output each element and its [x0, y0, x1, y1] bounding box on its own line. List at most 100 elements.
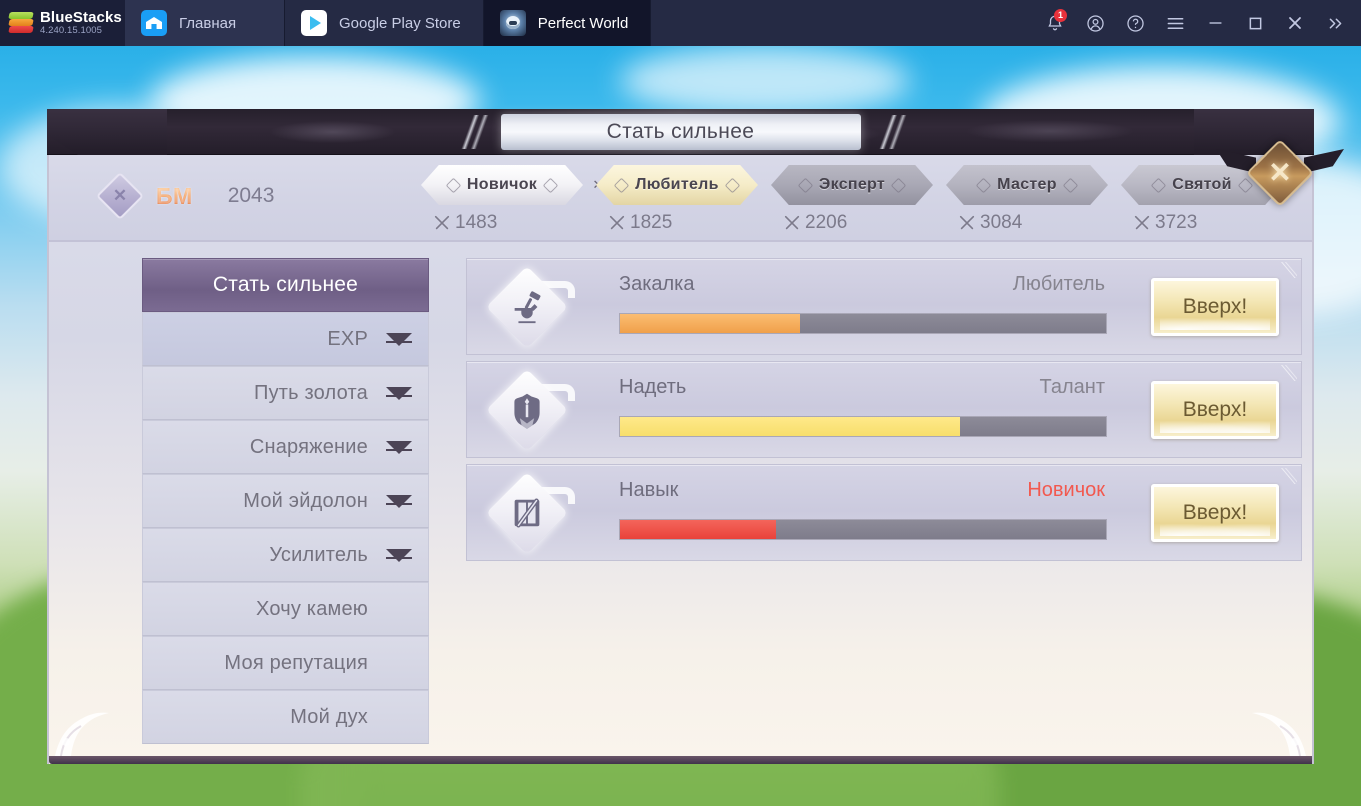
sidebar-item-my-spirit[interactable]: Мой дух: [142, 690, 429, 744]
tab-google-play-store[interactable]: Google Play Store: [285, 0, 484, 46]
sidebar-item-my-eidolon[interactable]: Мой эйдолон: [142, 474, 429, 528]
rank-tab-expert[interactable]: Эксперт 2206: [771, 165, 946, 234]
upgrade-title: Надеть: [619, 376, 687, 398]
upgrade-row-equip: Надеть Талант Вверх!: [466, 361, 1302, 458]
rank-score: 1483: [421, 212, 596, 234]
skill-book-icon: [485, 471, 575, 555]
progress-bar: [619, 313, 1107, 334]
rank-ornament-icon: [1150, 177, 1167, 193]
sidebar-item-my-reputation[interactable]: Моя репутация: [142, 636, 429, 690]
battle-might-label: БМ: [156, 182, 193, 209]
sidebar-menu: Стать сильнее EXP Путь золота Снаряжение…: [142, 258, 429, 744]
account-icon[interactable]: [1075, 0, 1115, 46]
battle-might-block: ✕ БМ 2043: [95, 171, 275, 221]
crossed-swords-icon: [609, 215, 625, 230]
rank-score: 3723: [1121, 212, 1296, 234]
armor-vest-icon: [485, 368, 575, 452]
upgrade-list: Закалка Любитель Вверх! Надеть Талант Вв…: [466, 258, 1302, 567]
rank-label: Мастер: [997, 176, 1057, 193]
tab-home[interactable]: Главная: [125, 0, 285, 46]
rank-score-value: 2206: [805, 212, 848, 233]
bluestacks-brand: BlueStacks 4.240.15.1005: [0, 0, 125, 46]
tab-perfect-world-label: Perfect World: [537, 14, 629, 32]
sidebar-item-label: EXP: [327, 327, 368, 350]
anvil-hammer-icon: [485, 265, 575, 349]
help-icon[interactable]: [1115, 0, 1155, 46]
expand-sidebar-icon[interactable]: [1315, 0, 1355, 46]
rank-score: 1825: [596, 212, 771, 234]
sidebar-item-equipment[interactable]: Снаряжение: [142, 420, 429, 474]
upgrade-button[interactable]: Вверх!: [1151, 381, 1279, 439]
sidebar-item-become-stronger[interactable]: Стать сильнее: [142, 258, 429, 312]
rank-score: 2206: [771, 212, 946, 234]
notifications-icon[interactable]: 1: [1035, 0, 1075, 46]
upgrade-button[interactable]: Вверх!: [1151, 484, 1279, 542]
crossed-swords-icon: [434, 215, 450, 230]
sidebar-item-label: Мой эйдолон: [243, 489, 368, 512]
rank-progression-strip: ✕ БМ 2043 Новичок ✕: [49, 155, 1312, 242]
become-stronger-window: Стать сильнее ✕ ✕ БМ 2043 Новичок 1483 Л…: [47, 109, 1344, 764]
battle-might-value: 2043: [227, 184, 275, 207]
upgrade-button[interactable]: Вверх!: [1151, 278, 1279, 336]
window-header: Стать сильнее: [47, 109, 1314, 155]
sidebar-item-label: Усилитель: [269, 543, 368, 566]
window-footer-bar: [49, 756, 1312, 764]
sidebar-item-label: Хочу камею: [256, 597, 368, 620]
upgrade-rank: Новичок: [1027, 479, 1105, 501]
rank-tab-novice[interactable]: Новичок ✕ 1483: [421, 165, 603, 234]
close-icon[interactable]: [1275, 0, 1315, 46]
menu-icon[interactable]: [1155, 0, 1195, 46]
tab-home-label: Главная: [179, 14, 237, 32]
rank-ornament-icon: [542, 177, 559, 193]
crossed-swords-icon: [1134, 215, 1150, 230]
sidebar-item-gold-path[interactable]: Путь золота: [142, 366, 429, 420]
rank-label: Новичок: [466, 176, 538, 193]
progress-bar-fill: [620, 314, 800, 333]
rank-score-value: 1483: [455, 212, 498, 233]
header-slash-right-icon: [866, 115, 913, 149]
sidebar-item-label: Путь золота: [254, 381, 368, 404]
home-icon: [141, 10, 167, 36]
corner-flourish-right-icon: [1252, 712, 1306, 757]
sidebar-item-exp[interactable]: EXP: [142, 312, 429, 366]
minimize-icon[interactable]: [1195, 0, 1235, 46]
rank-tab-master[interactable]: Мастер 3084: [946, 165, 1121, 234]
sidebar-item-label: Стать сильнее: [212, 273, 359, 296]
brand-version: 4.240.15.1005: [40, 24, 103, 36]
chevron-down-icon: [386, 332, 412, 346]
progress-bar: [619, 519, 1107, 540]
rank-tab-amateur[interactable]: Любитель 1825: [596, 165, 771, 234]
rank-ornament-icon: [724, 177, 741, 193]
rank-ornament-icon: [613, 177, 630, 193]
upgrade-title: Навык: [619, 479, 679, 501]
page-title: Стать сильнее: [606, 120, 755, 143]
game-viewport: Стать сильнее ✕ ✕ БМ 2043 Новичок 1483 Л…: [0, 46, 1361, 806]
bluestacks-titlebar: BlueStacks 4.240.15.1005 Главная Google …: [0, 0, 1361, 46]
rank-score-value: 3084: [980, 212, 1023, 233]
rank-label: Эксперт: [818, 176, 886, 193]
window-title-plate: Стать сильнее: [500, 114, 861, 150]
rank-tabs: Новичок ✕ 1483: [421, 165, 1296, 234]
chevron-down-icon: [386, 494, 412, 508]
caret-placeholder: [386, 711, 412, 724]
progress-bar-fill: [620, 520, 776, 539]
rank-score-value: 1825: [630, 212, 673, 233]
window-body: ✕ БМ 2043 Новичок ✕: [47, 155, 1314, 764]
rank-ornament-icon: [445, 177, 462, 193]
upgrade-title: Закалка: [619, 273, 695, 295]
header-slash-left-icon: [448, 115, 495, 149]
maximize-icon[interactable]: [1235, 0, 1275, 46]
sidebar-item-booster[interactable]: Усилитель: [142, 528, 429, 582]
sidebar-item-label: Снаряжение: [249, 435, 368, 458]
window-close-button[interactable]: ✕: [1216, 139, 1344, 207]
notification-badge: 1: [1054, 9, 1067, 22]
upgrade-rank: Любитель: [1012, 273, 1105, 295]
crossed-swords-icon: [959, 215, 975, 230]
upgrade-row-tempering: Закалка Любитель Вверх!: [466, 258, 1302, 355]
sidebar-item-want-cameo[interactable]: Хочу камею: [142, 582, 429, 636]
rank-score: 3084: [946, 212, 1121, 234]
perfect-world-icon: [499, 10, 526, 36]
tab-perfect-world[interactable]: Perfect World: [483, 0, 652, 46]
rank-ornament-icon: [1062, 177, 1079, 193]
rank-ornament-icon: [797, 177, 814, 193]
